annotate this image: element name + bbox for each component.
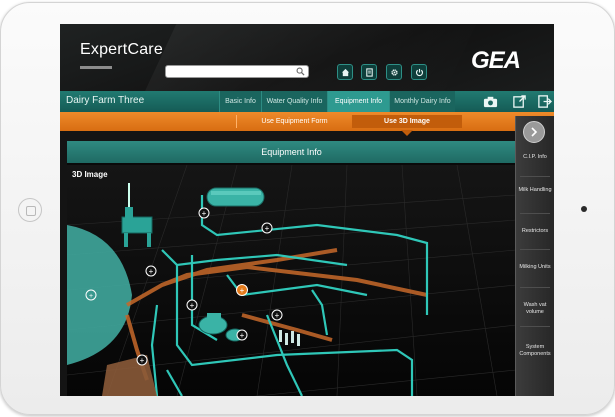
tab-monthly-dairy-info[interactable]: Monthly Dairy Info	[389, 91, 455, 112]
hotspot[interactable]: +	[186, 299, 198, 311]
app-screen: ExpertCare GEA Dairy Farm Three Basic In…	[60, 24, 554, 396]
menu-item-cip-info[interactable]: C.I.P. Info	[516, 154, 554, 161]
3d-equipment-viewer[interactable]: + + + + + + + + +	[67, 165, 516, 396]
brand-logo: GEA	[471, 47, 521, 74]
svg-text:+: +	[140, 356, 145, 365]
section-label: 3D Image	[72, 170, 108, 179]
main-nav: Dairy Farm Three Basic Info Water Qualit…	[60, 91, 554, 112]
svg-text:+: +	[202, 209, 207, 218]
sub-nav: Use Equipment Form Use 3D Image	[60, 112, 554, 131]
divider	[520, 213, 550, 214]
power-button[interactable]	[411, 64, 427, 80]
menu-item-system-components[interactable]: System Components	[516, 344, 554, 358]
hotspot[interactable]: +	[136, 354, 148, 366]
svg-text:+: +	[149, 267, 154, 276]
svg-text:+: +	[89, 293, 93, 300]
equipment-panel: Equipment Info 3D Image + + + + + + + + …	[67, 141, 516, 396]
svg-text:+: +	[240, 331, 245, 340]
svg-text:+: +	[265, 224, 270, 233]
document-button[interactable]	[361, 64, 377, 80]
receiver-vessel[interactable]	[206, 187, 265, 207]
tablet-frame: ExpertCare GEA Dairy Farm Three Basic In…	[0, 2, 615, 415]
power-icon	[415, 68, 423, 76]
camera-icon[interactable]	[483, 94, 498, 109]
app-title: ExpertCare	[80, 41, 163, 58]
divider	[520, 249, 550, 250]
menu-item-restrictors[interactable]: Restrictors	[516, 228, 554, 235]
search-box[interactable]	[165, 65, 309, 82]
divider	[520, 176, 550, 177]
home-icon	[341, 68, 349, 76]
menu-item-wash-vat-volume[interactable]: Wash vat volume	[516, 302, 554, 316]
hotspot[interactable]: +	[145, 265, 157, 277]
title-underline	[80, 66, 112, 69]
tab-basic-info[interactable]: Basic Info	[219, 91, 261, 112]
svg-text:+: +	[275, 311, 280, 320]
menu-item-milking-units[interactable]: Milking Units	[516, 264, 554, 271]
right-menu-toggle[interactable]	[523, 121, 545, 143]
gear-icon	[390, 68, 398, 76]
home-button[interactable]	[18, 198, 42, 222]
hotspot-selected[interactable]: +	[236, 284, 248, 296]
chevron-right-icon	[531, 127, 538, 137]
svg-text:+: +	[240, 286, 245, 295]
menu-item-milk-handling[interactable]: Milk Handling	[516, 187, 554, 194]
document-icon	[365, 67, 373, 77]
farm-name: Dairy Farm Three	[66, 95, 145, 106]
logout-icon[interactable]	[537, 94, 552, 109]
settings-button[interactable]	[386, 64, 402, 80]
panel-title: Equipment Info	[67, 141, 516, 163]
use-equipment-form-button[interactable]: Use Equipment Form	[236, 115, 353, 128]
app-header: ExpertCare GEA	[60, 24, 554, 91]
home-nav-button[interactable]	[337, 64, 353, 80]
hotspot[interactable]: +	[236, 329, 248, 341]
use-3d-image-button[interactable]: Use 3D Image	[352, 115, 462, 128]
divider	[520, 287, 550, 288]
search-input[interactable]	[166, 71, 296, 82]
divider	[520, 326, 550, 327]
hotspot[interactable]: +	[271, 309, 283, 321]
hotspot[interactable]: +	[198, 207, 210, 219]
search-icon[interactable]	[296, 67, 305, 76]
tab-water-quality-info[interactable]: Water Quality Info	[261, 91, 327, 112]
tab-equipment-info[interactable]: Equipment Info	[327, 91, 389, 112]
active-indicator	[401, 130, 413, 136]
camera-lens	[581, 206, 587, 212]
hotspot[interactable]: +	[261, 222, 273, 234]
svg-text:+: +	[190, 301, 195, 310]
export-icon[interactable]	[512, 94, 527, 109]
